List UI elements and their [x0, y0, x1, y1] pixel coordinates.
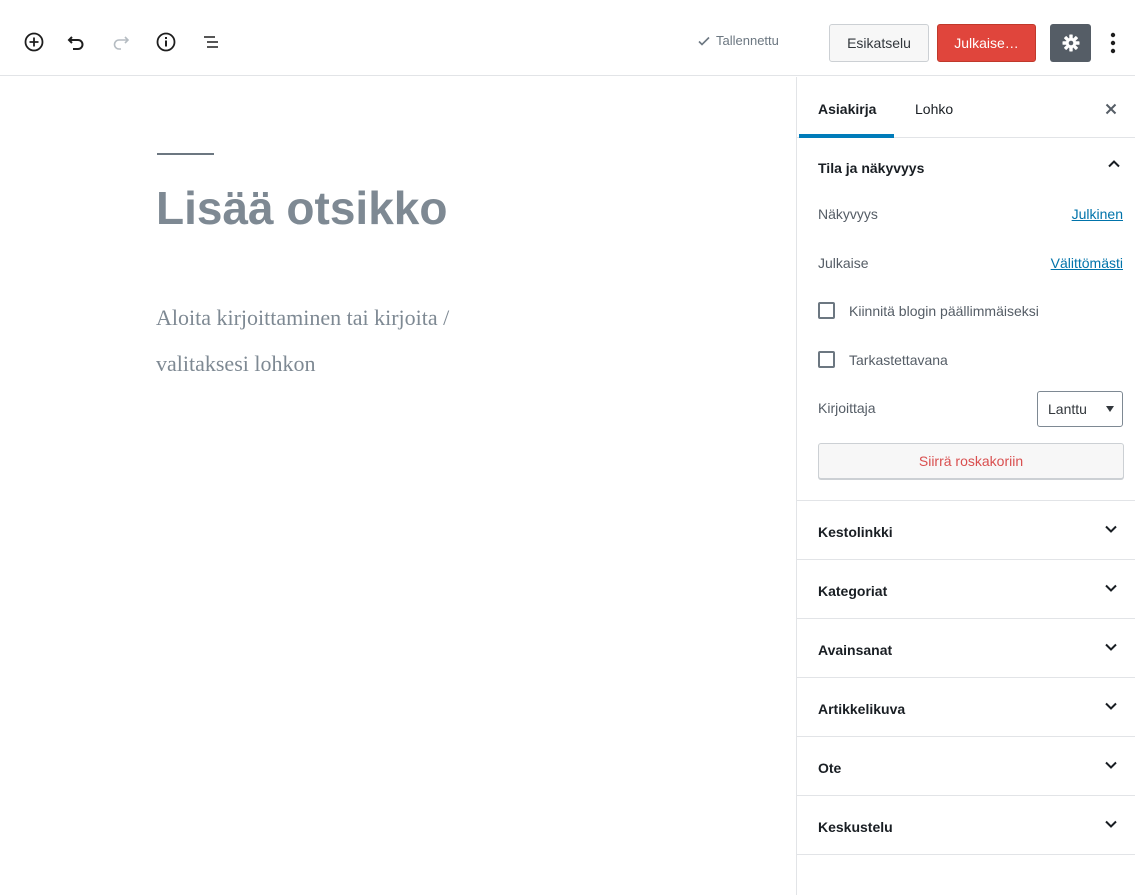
- preview-button[interactable]: Esikatselu: [829, 24, 929, 62]
- tab-block[interactable]: Lohko: [915, 101, 953, 117]
- chevron-down-icon: [1101, 696, 1121, 716]
- panel-excerpt[interactable]: Ote: [797, 737, 1135, 796]
- dropdown-arrow-icon: [1106, 406, 1114, 412]
- publish-date-label: Julkaise: [818, 255, 869, 271]
- publish-date-link[interactable]: Välittömästi: [1051, 255, 1123, 271]
- close-sidebar-button[interactable]: [1099, 97, 1123, 121]
- post-body-input[interactable]: Aloita kirjoittaminen tai kirjoita / val…: [156, 295, 536, 387]
- panel-permalink[interactable]: Kestolinkki: [797, 501, 1135, 560]
- chevron-up-icon: [1107, 157, 1121, 176]
- outline-icon[interactable]: [196, 28, 224, 56]
- chevron-down-icon: [1101, 637, 1121, 657]
- status-panel-title: Tila ja näkyvyys: [818, 160, 925, 176]
- panel-categories[interactable]: Kategoriat: [797, 560, 1135, 619]
- check-icon: [698, 36, 710, 46]
- info-icon[interactable]: [152, 28, 180, 56]
- editor-canvas: Lisää otsikko Aloita kirjoittaminen tai …: [0, 77, 796, 895]
- visibility-label: Näkyvyys: [818, 206, 878, 222]
- gear-icon: [1062, 34, 1079, 52]
- panel-permalink-title: Kestolinkki: [818, 524, 893, 540]
- chevron-down-icon: [1101, 755, 1121, 775]
- sticky-checkbox-row[interactable]: Kiinnitä blogin päällimmäiseksi: [818, 302, 1039, 319]
- panel-excerpt-title: Ote: [818, 760, 842, 776]
- author-select-value: Lanttu: [1048, 401, 1087, 417]
- sticky-checkbox[interactable]: [818, 302, 835, 319]
- panel-tags-title: Avainsanat: [818, 642, 893, 658]
- chevron-down-icon: [1101, 519, 1121, 539]
- pending-checkbox-row[interactable]: Tarkastettavana: [818, 351, 948, 368]
- status-panel-header[interactable]: Tila ja näkyvyys: [797, 138, 1135, 196]
- tab-document[interactable]: Asiakirja: [818, 101, 876, 117]
- author-label: Kirjoittaja: [818, 400, 876, 416]
- undo-icon[interactable]: [62, 28, 90, 56]
- publish-button[interactable]: Julkaise…: [937, 24, 1036, 62]
- saved-label: Tallennettu: [716, 33, 779, 48]
- saved-status: Tallennettu: [697, 33, 779, 48]
- add-block-icon[interactable]: [20, 28, 48, 56]
- move-to-trash-button[interactable]: Siirrä roskakoriin: [818, 443, 1124, 479]
- sidebar-tabs: Asiakirja Lohko: [797, 77, 1135, 138]
- title-separator: [157, 153, 214, 155]
- post-title-input[interactable]: Lisää otsikko: [156, 181, 447, 235]
- visibility-link[interactable]: Julkinen: [1072, 206, 1123, 222]
- status-visibility-panel: Tila ja näkyvyys Näkyvyys Julkinen Julka…: [797, 138, 1135, 501]
- panel-featured-image-title: Artikkelikuva: [818, 701, 906, 717]
- more-vertical-icon: [1110, 32, 1116, 54]
- redo-icon[interactable]: [107, 28, 135, 56]
- panel-discussion-title: Keskustelu: [818, 819, 893, 835]
- panel-tags[interactable]: Avainsanat: [797, 619, 1135, 678]
- more-options-button[interactable]: [1103, 26, 1123, 60]
- panel-categories-title: Kategoriat: [818, 583, 888, 599]
- settings-button[interactable]: [1050, 24, 1091, 62]
- close-icon: [1105, 103, 1117, 115]
- pending-checkbox[interactable]: [818, 351, 835, 368]
- author-select[interactable]: Lanttu: [1037, 391, 1123, 427]
- chevron-down-icon: [1101, 578, 1121, 598]
- sticky-label: Kiinnitä blogin päällimmäiseksi: [849, 302, 1039, 319]
- panel-discussion[interactable]: Keskustelu: [797, 796, 1135, 855]
- editor-toolbar: Tallennettu Esikatselu Julkaise…: [0, 0, 1135, 76]
- chevron-down-icon: [1101, 814, 1121, 834]
- settings-sidebar: Asiakirja Lohko Tila ja näkyvyys Näkyvyy…: [796, 77, 1135, 895]
- panel-featured-image[interactable]: Artikkelikuva: [797, 678, 1135, 737]
- pending-label: Tarkastettavana: [849, 351, 948, 368]
